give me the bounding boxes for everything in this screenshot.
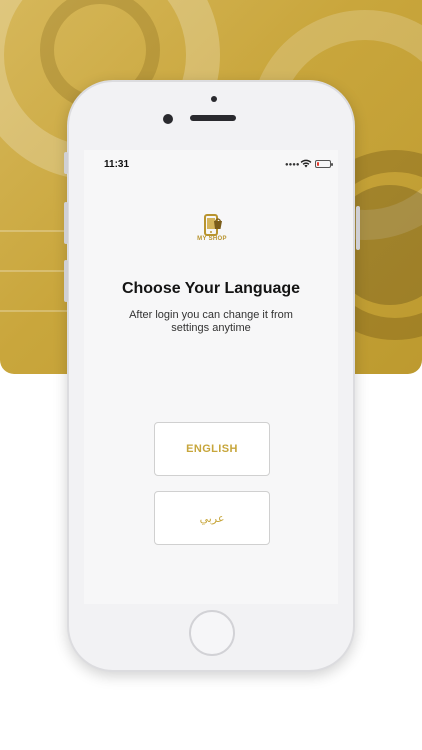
- front-camera: [163, 114, 173, 124]
- volume-up-button: [64, 202, 68, 244]
- proximity-sensor: [211, 96, 217, 102]
- page-title: Choose Your Language: [121, 280, 301, 297]
- wifi-icon: [300, 159, 312, 168]
- mute-switch: [64, 152, 68, 174]
- battery-fill: [317, 162, 319, 166]
- shopping-phone-logo-icon: [204, 214, 222, 236]
- earpiece-speaker: [190, 115, 236, 121]
- arabic-language-button[interactable]: عربي: [154, 491, 270, 545]
- app-screen: 11:31 ●●●● MY SHOP Choose Your Language …: [84, 150, 338, 604]
- battery-low-icon: [315, 160, 333, 168]
- signal-dots-icon: ●●●●: [285, 162, 300, 168]
- phone-mockup: 11:31 ●●●● MY SHOP Choose Your Language …: [64, 80, 360, 672]
- volume-down-button: [64, 260, 68, 302]
- power-button: [356, 206, 360, 250]
- status-time: 11:31: [104, 159, 130, 170]
- home-button[interactable]: [189, 610, 235, 656]
- page-subtitle: After login you can change it from setti…: [129, 309, 293, 334]
- brand-name: MY SHOP: [197, 236, 227, 242]
- status-bar: 11:31 ●●●●: [84, 150, 338, 176]
- english-language-button[interactable]: ENGLISH: [154, 422, 270, 476]
